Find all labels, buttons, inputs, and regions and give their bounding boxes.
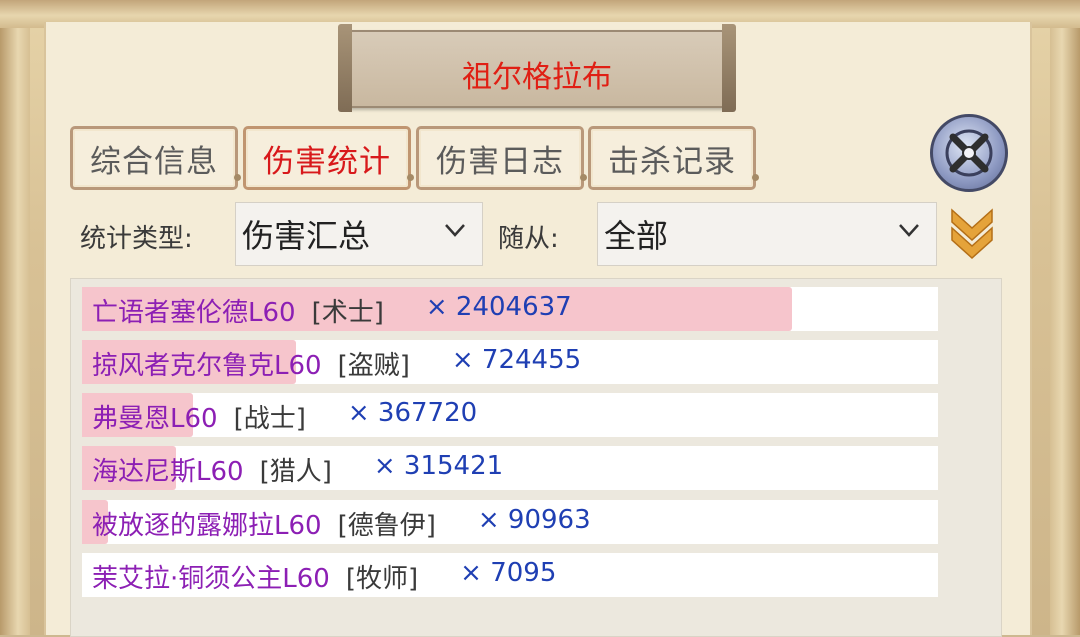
damage-value: × 90963 [477, 505, 591, 535]
unit-class: [术士] [311, 298, 384, 328]
tab-label: 伤害日志 [436, 143, 564, 180]
unit-class: [盗贼] [337, 351, 410, 381]
close-button[interactable] [930, 114, 1008, 192]
unit-name: 弗曼恩L60 [92, 404, 218, 434]
chevron-down-icon [445, 224, 465, 237]
unit-name: 亡语者塞伦德L60 [92, 298, 296, 328]
tab-kill-record[interactable]: 击杀记录 [588, 126, 759, 190]
tab-damage-log[interactable]: 伤害日志 [416, 126, 587, 190]
unit-class: [猎人] [259, 457, 332, 487]
list-item[interactable]: 亡语者塞伦德L60 [术士] × 2404637 [82, 287, 938, 331]
list-item[interactable]: 茉艾拉·铜须公主L60 [牧师] × 7095 [82, 553, 938, 597]
tab-corner-ornament [407, 174, 414, 181]
tab-corner-ornament [752, 174, 759, 181]
damage-value: × 724455 [451, 345, 582, 375]
unit-class: [德鲁伊] [337, 511, 436, 541]
list-item[interactable]: 海达尼斯L60 [猎人] × 315421 [82, 446, 938, 490]
stat-type-value: 伤害汇总 [242, 217, 371, 255]
tab-label: 综合信息 [90, 143, 218, 180]
list-item[interactable]: 被放逐的露娜拉L60 [德鲁伊] × 90963 [82, 500, 938, 544]
unit-name: 海达尼斯L60 [92, 457, 244, 487]
tab-label: 伤害统计 [263, 143, 391, 180]
tab-damage-stats[interactable]: 伤害统计 [243, 126, 414, 190]
tab-corner-ornament [580, 174, 587, 181]
tab-corner-ornament [234, 174, 241, 181]
unit-name: 被放逐的露娜拉L60 [92, 511, 322, 541]
follower-label: 随从: [498, 224, 559, 254]
damage-value: × 7095 [460, 558, 557, 588]
follower-value: 全部 [604, 217, 669, 255]
unit-name: 掠风者克尔鲁克L60 [92, 351, 322, 381]
unit-class: [牧师] [345, 564, 419, 594]
follower-select[interactable]: 全部 [597, 202, 937, 266]
title-banner: 祖尔格拉布 [338, 24, 736, 112]
list-item[interactable]: 掠风者克尔鲁克L60 [盗贼] × 724455 [82, 340, 938, 384]
list-item[interactable]: 弗曼恩L60 [战士] × 367720 [82, 393, 938, 437]
page-title: 祖尔格拉布 [462, 60, 612, 95]
stat-type-select[interactable]: 伤害汇总 [235, 202, 483, 266]
damage-value: × 367720 [347, 398, 478, 428]
tab-label: 击杀记录 [608, 143, 736, 180]
close-icon [945, 129, 993, 177]
unit-name: 茉艾拉·铜须公主L60 [92, 564, 330, 594]
damage-value: × 315421 [373, 451, 504, 481]
tab-overview[interactable]: 综合信息 [70, 126, 241, 190]
damage-value: × 2404637 [425, 292, 572, 322]
double-chevron-down-icon[interactable] [950, 206, 994, 260]
unit-class: [战士] [233, 404, 306, 434]
chevron-down-icon [899, 224, 919, 237]
stat-type-label: 统计类型: [80, 224, 193, 254]
